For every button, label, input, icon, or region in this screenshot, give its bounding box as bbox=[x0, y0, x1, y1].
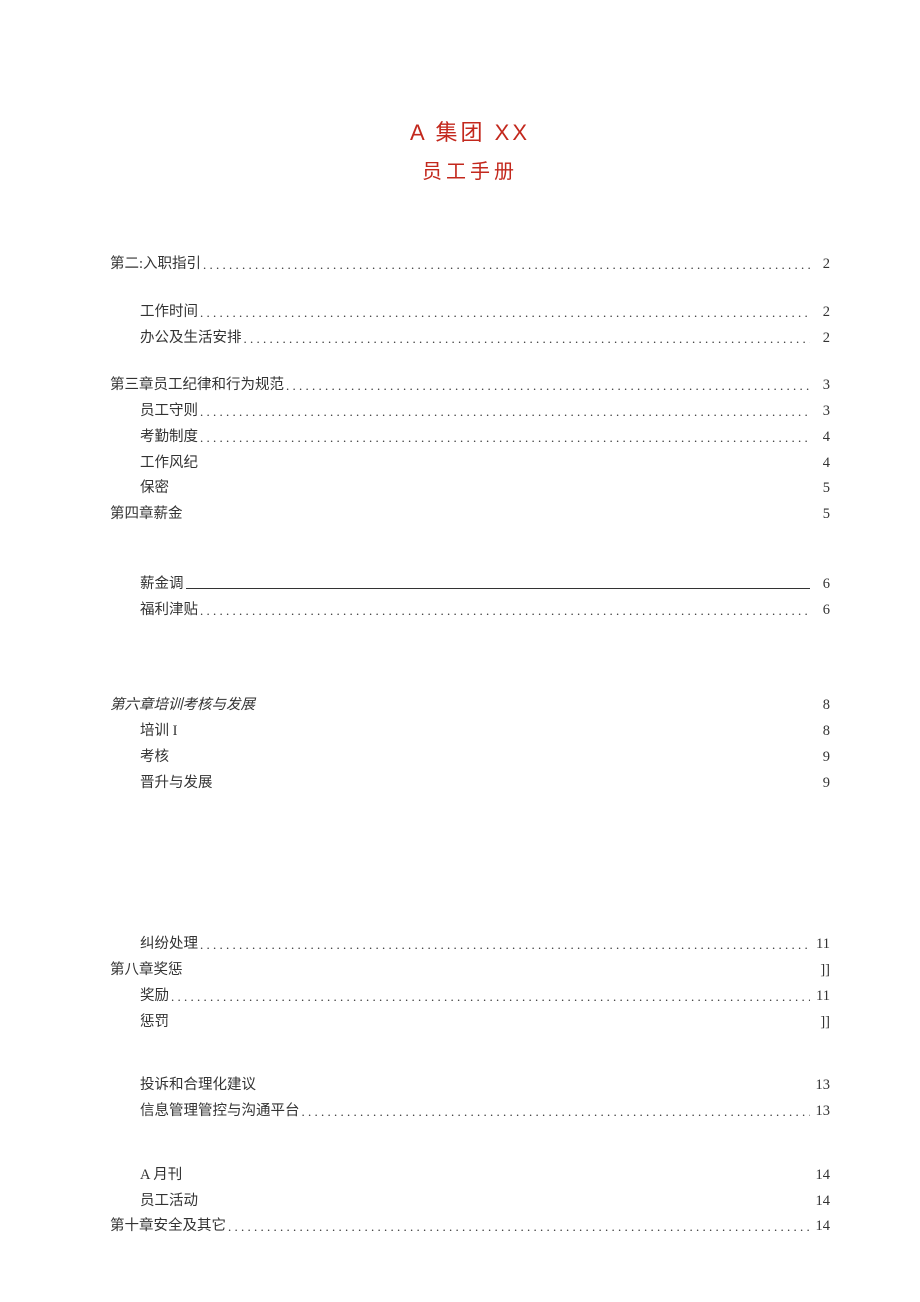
toc-entry-label: 培训 I bbox=[140, 721, 177, 743]
toc-gap bbox=[110, 1037, 830, 1075]
toc-entry: 晋升与发展 9 bbox=[110, 773, 830, 795]
toc-entry-page: 11 bbox=[812, 934, 830, 956]
title-line-1: A 集团 XX bbox=[110, 115, 830, 150]
toc-entry: 第二:入职指引 2 bbox=[110, 254, 830, 276]
toc-entry-label: 办公及生活安排 bbox=[140, 328, 242, 350]
toc-entry-label: 工作风纪 bbox=[140, 453, 198, 475]
toc-entry-page: 14 bbox=[812, 1216, 831, 1238]
toc-entry-page: 11 bbox=[812, 986, 830, 1008]
toc-gap bbox=[110, 353, 830, 375]
toc-gap bbox=[110, 280, 830, 302]
toc-gap bbox=[110, 1127, 830, 1165]
toc-gap bbox=[110, 530, 830, 574]
toc-entry-label: 工作时间 bbox=[140, 302, 198, 324]
toc-gap bbox=[110, 798, 830, 934]
toc-entry: 培训 I 8 bbox=[110, 721, 830, 743]
toc-leader bbox=[200, 935, 810, 957]
toc-entry-page: 2 bbox=[812, 302, 830, 324]
toc-entry-page: 6 bbox=[812, 600, 830, 622]
toc-entry-label: 投诉和合理化建议 bbox=[140, 1075, 256, 1097]
table-of-contents: 第二:入职指引 2 工作时间 2 办公及生活安排 2 第三章员工纪律和行为规范 3 员工守则 3 考… bbox=[110, 254, 830, 1238]
toc-leader bbox=[186, 576, 811, 589]
toc-entry-label: 奖励 bbox=[140, 986, 169, 1008]
toc-entry-page: 5 bbox=[812, 478, 830, 500]
document-title: A 集团 XX 员工手册 bbox=[110, 115, 830, 194]
toc-entry-page: 14 bbox=[812, 1191, 831, 1213]
toc-entry: 纠纷处理 11 bbox=[110, 934, 830, 956]
toc-entry-page: 13 bbox=[812, 1101, 831, 1123]
toc-entry: 惩罚]] bbox=[110, 1012, 830, 1034]
toc-entry-label: 惩罚 bbox=[140, 1012, 169, 1034]
toc-entry-label: 晋升与发展 bbox=[140, 773, 213, 795]
toc-entry-page: 4 bbox=[812, 427, 830, 449]
toc-entry-label: 第四章薪金 bbox=[110, 504, 183, 526]
toc-entry: 投诉和合理化建议 13 bbox=[110, 1075, 830, 1097]
document-page: { "title": { "line1": "A 集团 XX", "line2"… bbox=[0, 0, 920, 1302]
toc-entry-label: 第十章安全及其它 bbox=[110, 1216, 226, 1238]
toc-entry-label: 员工守则 bbox=[140, 401, 198, 423]
toc-entry: 保密 5 bbox=[110, 478, 830, 500]
toc-entry-label: 考核 bbox=[140, 747, 169, 769]
toc-leader bbox=[171, 987, 810, 1009]
toc-entry: 薪金调 6 bbox=[110, 574, 830, 596]
toc-entry-page: 14 bbox=[812, 1165, 831, 1187]
title-line-2: 员工手册 bbox=[110, 150, 830, 194]
toc-entry: 第十章安全及其它 14 bbox=[110, 1216, 830, 1238]
toc-entry-label: 薪金调 bbox=[140, 574, 184, 596]
toc-entry: 工作时间 2 bbox=[110, 302, 830, 324]
toc-entry-label: 员工活动 bbox=[140, 1191, 198, 1213]
toc-entry: A 月刊 14 bbox=[110, 1165, 830, 1187]
toc-entry-page: 8 bbox=[812, 695, 830, 717]
toc-entry: 办公及生活安排 2 bbox=[110, 328, 830, 350]
toc-entry-label: 纠纷处理 bbox=[140, 934, 198, 956]
toc-leader bbox=[228, 1217, 810, 1239]
toc-entry-page: 9 bbox=[812, 747, 830, 769]
toc-entry: 第六章培训考核与发展 8 bbox=[110, 695, 830, 717]
toc-entry-page: ]] bbox=[812, 1012, 830, 1034]
toc-entry: 福利津贴 6 bbox=[110, 600, 830, 622]
toc-entry: 第三章员工纪律和行为规范 3 bbox=[110, 375, 830, 397]
toc-entry-page: 2 bbox=[812, 254, 830, 276]
toc-entry: 工作风纪 4 bbox=[110, 453, 830, 475]
toc-entry-page: 2 bbox=[812, 328, 830, 350]
toc-entry-page: 13 bbox=[812, 1075, 831, 1097]
toc-entry-label: 第六章培训考核与发展 bbox=[110, 695, 255, 717]
toc-entry: 第八章奖惩]] bbox=[110, 960, 830, 982]
toc-entry-label: 信息管理管控与沟通平台 bbox=[140, 1101, 300, 1123]
toc-entry-page: 5 bbox=[812, 504, 830, 526]
toc-entry: 员工守则 3 bbox=[110, 401, 830, 423]
toc-entry-label: 保密 bbox=[140, 478, 169, 500]
toc-leader bbox=[200, 601, 810, 623]
toc-entry-page: 9 bbox=[812, 773, 830, 795]
toc-gap bbox=[110, 625, 830, 695]
toc-entry: 第四章薪金 5 bbox=[110, 504, 830, 526]
toc-leader bbox=[203, 255, 810, 277]
toc-leader bbox=[200, 428, 810, 450]
toc-entry-page: 8 bbox=[812, 721, 830, 743]
toc-entry-page: 3 bbox=[812, 375, 830, 397]
toc-entry-label: 考勤制度 bbox=[140, 427, 198, 449]
toc-entry: 考核 9 bbox=[110, 747, 830, 769]
toc-entry: 员工活动 14 bbox=[110, 1191, 830, 1213]
toc-entry: 考勤制度 4 bbox=[110, 427, 830, 449]
toc-entry-label: 福利津贴 bbox=[140, 600, 198, 622]
toc-entry-label: 第八章奖惩 bbox=[110, 960, 183, 982]
toc-entry-page: ]] bbox=[812, 960, 830, 982]
toc-entry-page: 3 bbox=[812, 401, 830, 423]
toc-leader bbox=[302, 1102, 810, 1124]
toc-entry: 信息管理管控与沟通平台 13 bbox=[110, 1101, 830, 1123]
toc-leader bbox=[244, 329, 811, 351]
toc-entry-page: 4 bbox=[812, 453, 830, 475]
toc-leader bbox=[200, 402, 810, 424]
toc-entry-label: 第三章员工纪律和行为规范 bbox=[110, 375, 284, 397]
toc-entry-label: A 月刊 bbox=[140, 1165, 182, 1187]
toc-entry-page: 6 bbox=[812, 574, 830, 596]
toc-leader bbox=[200, 303, 810, 325]
toc-entry-label: 第二:入职指引 bbox=[110, 254, 201, 276]
toc-entry: 奖励 11 bbox=[110, 986, 830, 1008]
toc-leader bbox=[286, 376, 810, 398]
